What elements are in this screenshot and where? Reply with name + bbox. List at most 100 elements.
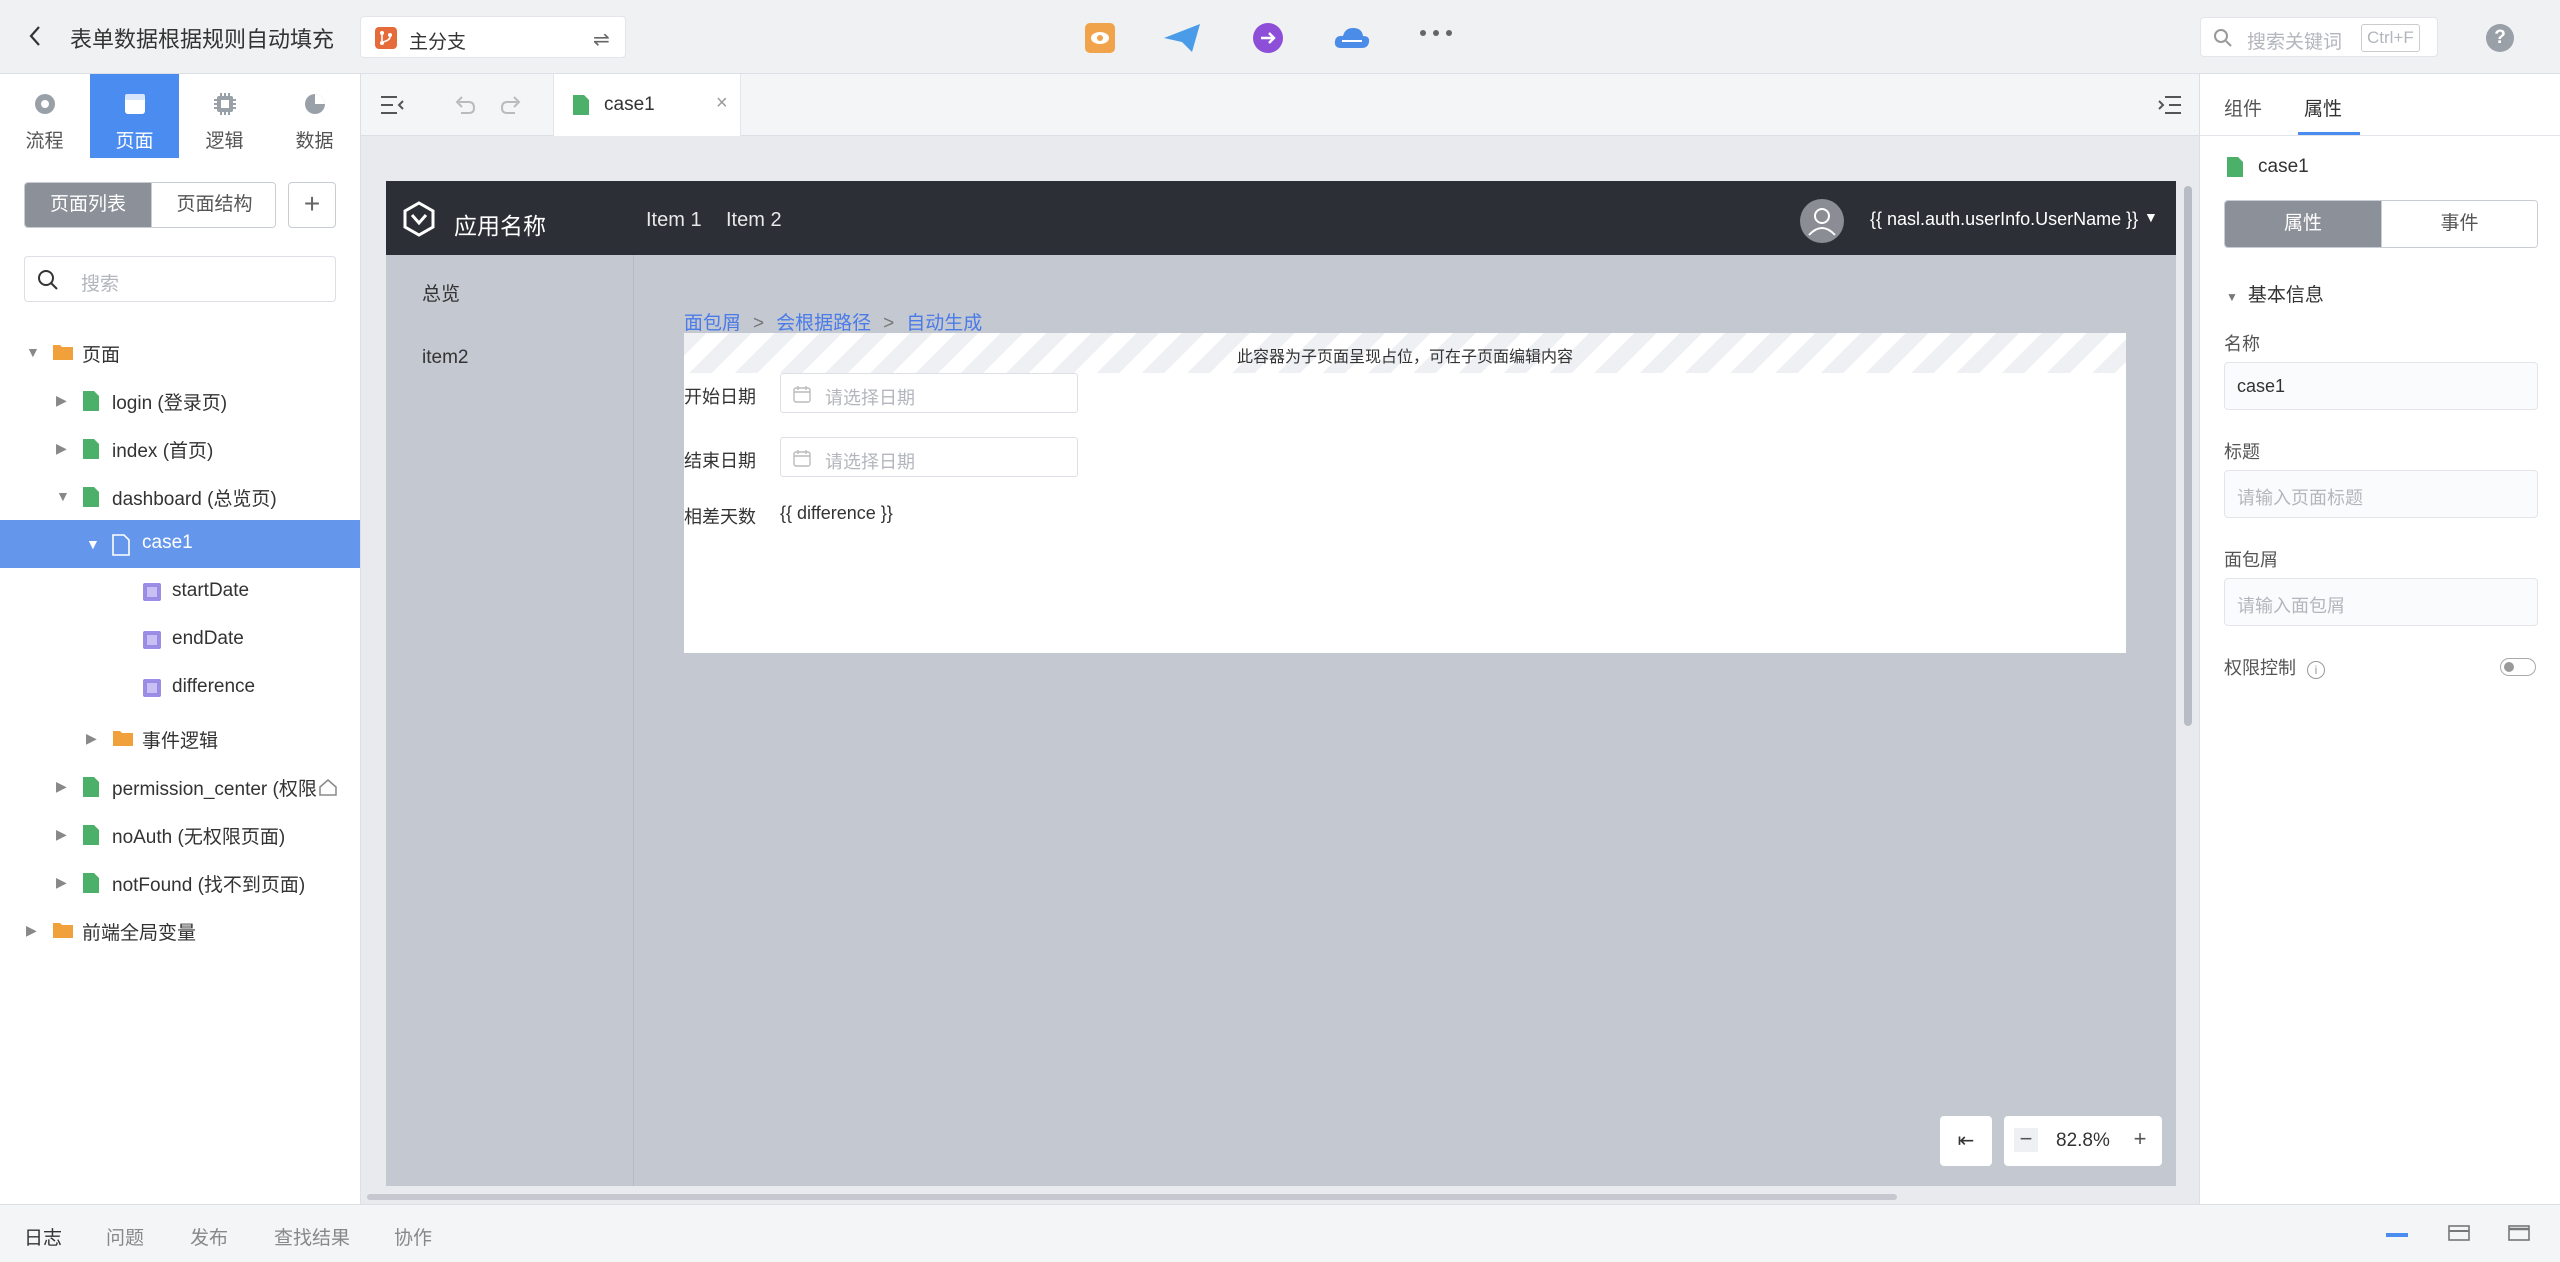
- flow-icon: [33, 92, 57, 116]
- tree-item-label: notFound (找不到页面): [112, 875, 306, 896]
- undo-icon[interactable]: [453, 94, 477, 116]
- swap-icon[interactable]: ⇌: [593, 27, 610, 52]
- zoom-in-button[interactable]: +: [2128, 1128, 2152, 1152]
- nav-logic[interactable]: 逻辑: [180, 74, 269, 158]
- tree-item-startDate[interactable]: startDate: [0, 568, 360, 616]
- chevron-down-icon[interactable]: ▼: [2144, 209, 2158, 225]
- title-field[interactable]: 请输入页面标题: [2224, 470, 2538, 518]
- info-icon[interactable]: i: [2307, 661, 2326, 679]
- search-icon: [2213, 28, 2233, 48]
- tree-item-events[interactable]: ▶ 事件逻辑: [0, 714, 360, 762]
- tree-item-pages-root[interactable]: ▼ 页面: [0, 328, 360, 376]
- preview-icon[interactable]: [1084, 22, 1116, 54]
- tree-item-permission-center[interactable]: ▶ permission_center (权限: [0, 762, 360, 810]
- end-date-picker[interactable]: 请选择日期: [780, 437, 1078, 477]
- publish-icon[interactable]: [1162, 22, 1202, 54]
- name-field[interactable]: case1: [2224, 362, 2538, 410]
- tab-publish[interactable]: 发布: [190, 1223, 228, 1250]
- app-nav-item-2[interactable]: Item 2: [726, 209, 782, 232]
- more-icon[interactable]: [1418, 28, 1454, 38]
- breadcrumb-item[interactable]: 会根据路径: [776, 313, 871, 334]
- collapse-arrow-icon[interactable]: ▶: [56, 826, 67, 843]
- permission-toggle[interactable]: [2500, 658, 2536, 676]
- add-page-button[interactable]: +: [288, 182, 336, 228]
- tree-item-login[interactable]: ▶ login (登录页): [0, 376, 360, 424]
- help-icon[interactable]: ?: [2486, 24, 2514, 52]
- cloud-icon[interactable]: [1332, 22, 1372, 54]
- collapse-arrow-icon[interactable]: ▶: [56, 778, 67, 795]
- zoom-out-button[interactable]: −: [2014, 1128, 2038, 1152]
- layout-bottom-icon[interactable]: [2386, 1231, 2408, 1239]
- collapse-arrow-icon[interactable]: ▶: [56, 440, 67, 457]
- global-search-input[interactable]: 搜索关键词 Ctrl+F: [2200, 17, 2438, 57]
- toggle-right-panel-icon[interactable]: [2157, 94, 2183, 116]
- tree-item-endDate[interactable]: endDate: [0, 616, 360, 664]
- tree-item-difference[interactable]: difference: [0, 664, 360, 712]
- name-label: 名称: [2224, 334, 2260, 354]
- redo-icon[interactable]: [499, 94, 523, 116]
- collapse-arrow-icon[interactable]: ▶: [56, 392, 67, 409]
- expand-arrow-icon[interactable]: ▼: [86, 536, 100, 552]
- tree-item-notFound[interactable]: ▶ notFound (找不到页面): [0, 858, 360, 906]
- difference-label: 相差天数: [684, 507, 756, 527]
- tab-problems[interactable]: 问题: [106, 1223, 144, 1250]
- start-date-picker[interactable]: 请选择日期: [780, 373, 1078, 413]
- expand-arrow-icon[interactable]: ▼: [26, 344, 40, 360]
- search-placeholder: 搜索关键词: [2247, 32, 2343, 53]
- toggle-sidebar-icon[interactable]: [379, 94, 405, 116]
- export-icon[interactable]: [1252, 22, 1284, 54]
- nav-logic-label: 逻辑: [205, 131, 244, 152]
- user-name[interactable]: {{ nasl.auth.userInfo.UserName }}: [1870, 209, 2138, 230]
- tree-item-label: login (登录页): [112, 393, 228, 414]
- tab-case1[interactable]: case1 ×: [553, 74, 741, 136]
- app-sidebar-item-2[interactable]: item2: [422, 347, 468, 369]
- tab-page-structure[interactable]: 页面结构: [151, 183, 275, 227]
- tab-props[interactable]: 属性: [2225, 201, 2381, 247]
- tree-item-dashboard[interactable]: ▼ dashboard (总览页): [0, 472, 360, 520]
- nav-flow[interactable]: 流程: [0, 74, 89, 158]
- back-icon[interactable]: [28, 24, 42, 48]
- close-icon[interactable]: ×: [716, 92, 728, 115]
- tab-find-results[interactable]: 查找结果: [274, 1223, 350, 1250]
- breadcrumb-field[interactable]: 请输入面包屑: [2224, 578, 2538, 626]
- tab-events[interactable]: 事件: [2381, 201, 2537, 247]
- zoom-control: − 82.8% +: [2004, 1116, 2162, 1166]
- tree-search-input[interactable]: 搜索: [24, 256, 336, 302]
- search-shortcut: Ctrl+F: [2361, 24, 2420, 52]
- permission-label-text: 权限控制: [2224, 658, 2296, 678]
- horizontal-scrollbar[interactable]: [367, 1194, 1897, 1200]
- tab-collab[interactable]: 协作: [394, 1223, 432, 1250]
- tab-log[interactable]: 日志: [24, 1223, 62, 1250]
- tab-properties[interactable]: 属性: [2304, 94, 2342, 121]
- expand-arrow-icon[interactable]: ▼: [56, 488, 70, 504]
- app-sidebar-item-overview[interactable]: 总览: [422, 279, 460, 306]
- avatar[interactable]: [1800, 199, 1844, 243]
- collapse-arrow-icon[interactable]: ▶: [86, 730, 97, 747]
- nav-data[interactable]: 数据: [270, 74, 359, 158]
- tree-item-case1[interactable]: ▼ case1: [0, 520, 360, 568]
- collapse-arrow-icon[interactable]: ▶: [56, 874, 67, 891]
- tree-item-noAuth[interactable]: ▶ noAuth (无权限页面): [0, 810, 360, 858]
- page-file-icon: [82, 824, 100, 846]
- page-content[interactable]: 此容器为子页面呈现占位，可在子页面编辑内容 开始日期 请选择日期 结束日期 请选…: [684, 333, 2126, 653]
- page-file-icon: [82, 438, 100, 460]
- tab-page-list[interactable]: 页面列表: [25, 183, 151, 227]
- layout-full-icon[interactable]: [2508, 1225, 2530, 1241]
- tab-components[interactable]: 组件: [2224, 94, 2262, 121]
- breadcrumb-item[interactable]: 面包屑: [684, 313, 741, 334]
- collapse-button[interactable]: ⇤: [1940, 1116, 1992, 1166]
- tree-item-index[interactable]: ▶ index (首页): [0, 424, 360, 472]
- section-basic-info[interactable]: ▼ 基本信息: [2226, 280, 2324, 307]
- breadcrumb-item[interactable]: 自动生成: [906, 313, 982, 334]
- tree-item-label: dashboard (总览页): [112, 489, 277, 510]
- tree-item-label: 事件逻辑: [142, 731, 219, 752]
- app-nav-item-1[interactable]: Item 1: [646, 209, 702, 232]
- tree-item-globals[interactable]: ▶ 前端全局变量: [0, 906, 360, 954]
- layout-split-icon[interactable]: [2448, 1225, 2470, 1241]
- design-canvas[interactable]: 应用名称 Item 1 Item 2 {{ nasl.auth.userInfo…: [386, 181, 2176, 1186]
- branch-selector[interactable]: 主分支 ⇌: [360, 16, 626, 58]
- collapse-arrow-icon[interactable]: ▶: [26, 922, 37, 939]
- vertical-scrollbar[interactable]: [2184, 186, 2192, 726]
- nav-page[interactable]: 页面: [90, 74, 179, 158]
- app-header: 应用名称 Item 1 Item 2 {{ nasl.auth.userInfo…: [386, 181, 2176, 255]
